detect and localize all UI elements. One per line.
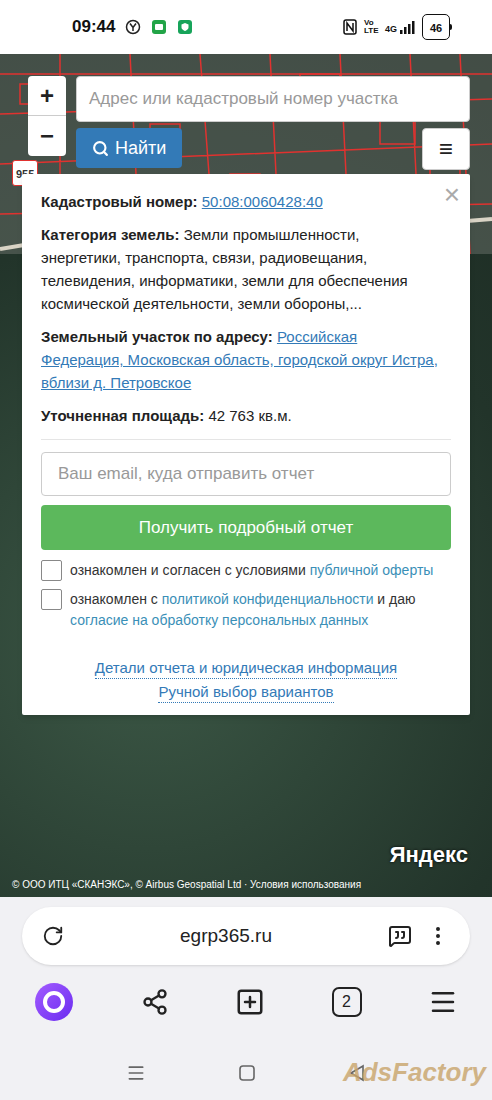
search-input[interactable]: Адрес или кадастровый номер участка — [76, 76, 470, 122]
consent-link[interactable]: публичной оферты — [310, 562, 434, 578]
zoom-in-button[interactable]: + — [28, 76, 66, 116]
network-label: 4G — [385, 25, 397, 34]
consent-link[interactable]: политикой конфиденциальности — [162, 591, 374, 607]
consent-checkbox[interactable] — [41, 589, 62, 610]
browser-menu-icon[interactable] — [428, 987, 458, 1017]
consent-checkbox[interactable] — [41, 560, 62, 581]
url-text: egrp365.ru — [64, 922, 388, 951]
get-report-button[interactable]: Получить подробный отчет — [41, 505, 451, 550]
quote-bubble-icon[interactable] — [388, 924, 412, 948]
home-icon[interactable] — [238, 1064, 256, 1082]
footer-link[interactable]: Ручной выбор вариантов — [158, 681, 333, 703]
battery: 46 — [422, 14, 452, 40]
footer-link[interactable]: Детали отчета и юридическая информация — [95, 657, 397, 679]
consent-row: ознакомлен и согласен с условиями публич… — [41, 560, 451, 581]
time: 09:44 — [72, 14, 115, 40]
map-attribution: © ООО ИТЦ «СКАНЭКС», © Airbus Geospatial… — [12, 879, 361, 890]
email-input[interactable]: Ваш email, куда отправить отчет — [41, 452, 451, 496]
shield-app-icon — [177, 19, 193, 35]
recent-apps-icon[interactable] — [126, 1063, 146, 1083]
share-icon[interactable] — [141, 988, 169, 1016]
nfc-icon — [343, 19, 357, 35]
consent-link[interactable]: согласие на обработку персональных данны… — [70, 612, 368, 628]
parcel-field: Кадастровый номер: 50:08:0060428:40 — [41, 190, 439, 213]
parcel-popup: ×Кадастровый номер: 50:08:0060428:40 Кате… — [22, 174, 470, 715]
menu-button[interactable]: ≡ — [422, 128, 470, 170]
more-icon[interactable] — [426, 924, 450, 948]
notification-y-icon — [125, 19, 141, 35]
parcel-field: Уточненная площадь: 42 763 кв.м. — [41, 404, 439, 427]
parcel-field: Категория земель: Земли промышленности, … — [41, 223, 439, 315]
alice-icon[interactable] — [34, 982, 74, 1022]
yandex-logo: Яндекс — [390, 838, 468, 871]
signal-icon — [399, 20, 415, 34]
url-bar[interactable]: egrp365.ru — [22, 907, 470, 965]
field-link[interactable]: 50:08:0060428:40 — [202, 193, 323, 210]
parcel-field: Земельный участок по адресу: Российская … — [41, 325, 439, 394]
status-bar: 09:44 Vo LTE 4G 46 — [0, 0, 492, 54]
chat-app-icon — [151, 19, 167, 35]
reload-icon[interactable] — [42, 925, 64, 947]
new-tab-icon[interactable] — [235, 987, 265, 1017]
map[interactable]: 955+−Адрес или кадастровый номер участка… — [0, 54, 492, 897]
watermark: AdsFactory — [343, 1053, 486, 1092]
search-icon — [92, 140, 109, 157]
close-button[interactable]: × — [444, 178, 460, 212]
search-button[interactable]: Найти — [76, 128, 182, 168]
consent-row: ознакомлен с политикой конфиденциальност… — [41, 589, 451, 631]
phone-screen: 09:44 Vo LTE 4G 46 955+−Адрес или кадастровы… — [0, 0, 492, 1100]
volte-label: Vo LTE — [364, 19, 378, 35]
tabs-button[interactable]: 2 — [332, 987, 362, 1017]
zoom-out-button[interactable]: − — [28, 116, 66, 156]
